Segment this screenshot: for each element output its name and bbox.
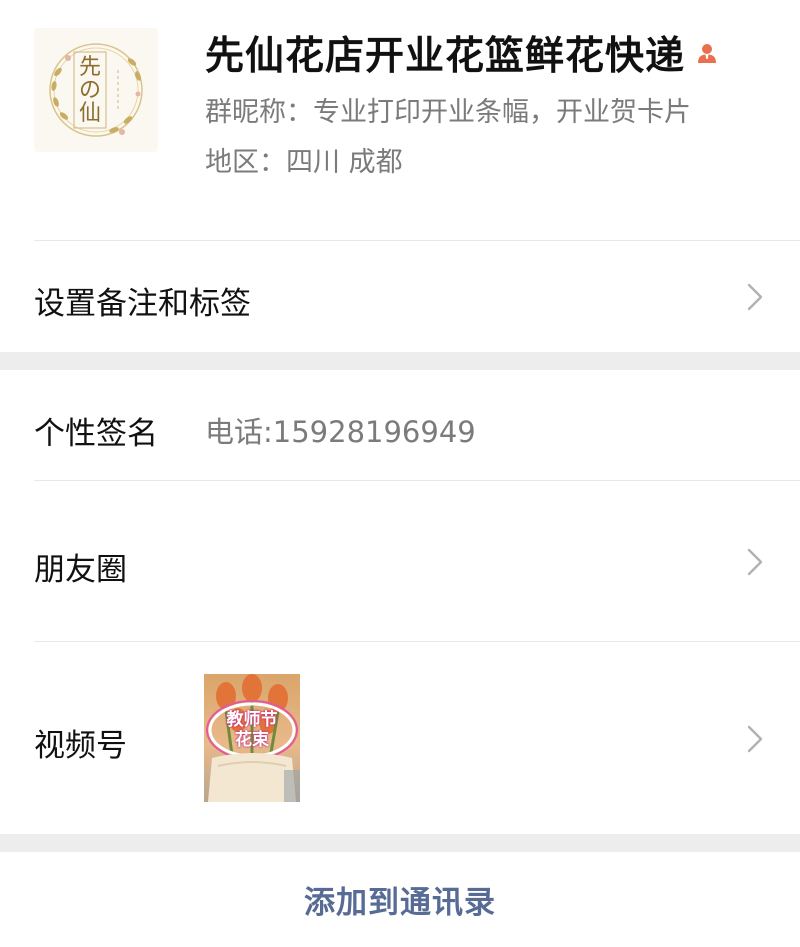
- chevron-right-icon: [746, 547, 764, 577]
- moments-row[interactable]: 朋友圈: [0, 481, 800, 641]
- name-row: 先仙花店开业花篮鲜花快递: [205, 26, 719, 80]
- chevron-right-icon: [746, 282, 764, 312]
- section-separator: [0, 352, 800, 370]
- group-nickname: 群昵称：专业打印开业条幅，开业贺卡片: [205, 97, 691, 128]
- profile-header: 先の仙 先仙花店开业花篮鲜花快递 群昵称：专业打印开业条幅，开业贺卡片 地区：四…: [0, 0, 800, 240]
- add-to-contacts-label: 添加到通讯录: [304, 885, 496, 921]
- section-separator: [0, 834, 800, 852]
- avatar[interactable]: 先の仙: [34, 28, 158, 152]
- thumbnail-caption-line2: 花束: [235, 730, 269, 750]
- signature-value: 电话:15928196949: [205, 415, 476, 449]
- avatar-calligraphy-text: 先の仙: [78, 55, 101, 126]
- signature-row: 个性签名 电话:15928196949: [0, 370, 800, 480]
- thumbnail-caption-line1: 教师节: [226, 710, 278, 730]
- channels-row[interactable]: 视频号: [0, 642, 800, 834]
- chevron-right-icon: [746, 724, 764, 754]
- add-to-contacts-button[interactable]: 添加到通讯录: [0, 852, 800, 947]
- remark-tags-label: 设置备注和标签: [34, 286, 251, 322]
- moments-label: 朋友圈: [34, 552, 127, 588]
- region: 地区：四川 成都: [205, 147, 403, 178]
- remark-tags-row[interactable]: 设置备注和标签: [0, 241, 800, 352]
- channels-video-thumbnail[interactable]: 教师节 花束: [204, 674, 300, 802]
- work-account-icon[interactable]: [695, 41, 719, 65]
- contact-name: 先仙花店开业花篮鲜花快递: [205, 34, 686, 79]
- signature-label: 个性签名: [34, 416, 158, 452]
- channels-label: 视频号: [34, 728, 127, 764]
